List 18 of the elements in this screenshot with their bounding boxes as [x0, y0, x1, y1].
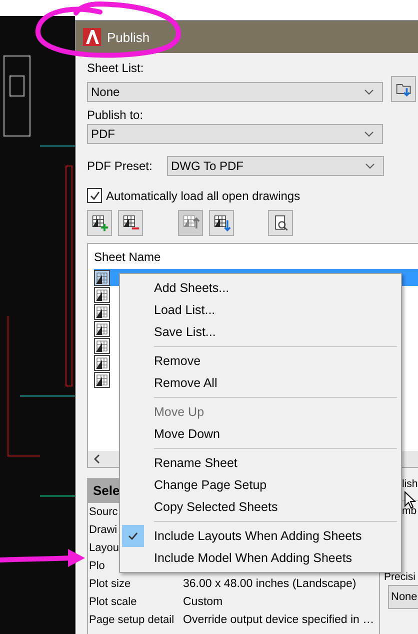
detail-label: Page setup detail: [89, 614, 174, 626]
pdf-preset-label: PDF Preset:: [87, 159, 154, 173]
publish-to-label: Publish to:: [87, 108, 144, 122]
detail-label: Drawi: [89, 524, 118, 536]
detail-label: Sourc: [89, 506, 118, 518]
detail-label: Plot scale: [89, 596, 137, 608]
checkbox-label: Automatically load all open drawings: [106, 188, 300, 202]
precision-label: Precisi: [384, 571, 416, 583]
detail-label: Plo: [89, 560, 105, 572]
detail-label: Plot size: [89, 578, 131, 590]
detail-label: Layou: [89, 542, 119, 554]
detail-value: Override output device specified in …: [183, 614, 376, 626]
option-label: lish: [402, 478, 418, 490]
detail-value: 36.00 x 48.00 inches (Landscape): [183, 578, 358, 590]
window-title: Publish: [107, 30, 150, 44]
option-label: mb: [402, 505, 417, 517]
sheet-list-label: Sheet List:: [87, 61, 144, 75]
detail-value: Custom: [183, 596, 224, 608]
